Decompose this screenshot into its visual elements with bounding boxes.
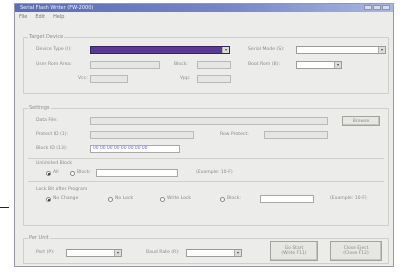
program-button-line2: (Write F11) [281, 251, 307, 256]
write-lock-radio[interactable] [160, 197, 165, 202]
lock-block-label: Block: [227, 196, 241, 201]
menu-bar: File Edit Help [19, 14, 64, 20]
no-lock-label: No Lock [115, 196, 134, 201]
settings-group: Settings Data File: Browse Protect ID (1… [23, 105, 389, 226]
protect-id-label: Protect ID (1): [36, 132, 69, 137]
row-protect-label: Row Protect: [220, 132, 249, 137]
block-id-value: 00 00 00 00 00 00 00 00 [93, 146, 148, 151]
device-type-label: Device Type (I): [36, 47, 72, 52]
chevron-down-icon: ▾ [222, 47, 229, 53]
port-label: Port (P): [36, 250, 55, 255]
boot-rom-label: Boot Rom (B): [248, 62, 281, 67]
minimize-button[interactable] [364, 5, 372, 10]
block-label: Block: [174, 62, 188, 67]
vpp-field [197, 75, 231, 83]
port-group-title: Per Unit [28, 235, 50, 241]
settings-title: Settings [28, 105, 51, 111]
erase-block-radio[interactable] [70, 171, 75, 176]
block-field [197, 61, 231, 69]
menu-file[interactable]: File [19, 14, 27, 20]
program-button[interactable]: Go Start (Write F11) [270, 241, 318, 261]
chevron-down-icon: ▾ [234, 250, 241, 256]
vpp-label: Vpp: [180, 76, 191, 81]
chevron-down-icon: ▾ [378, 47, 385, 53]
erase-block-title: Unlimited Block [36, 161, 73, 166]
menu-help[interactable]: Help [53, 14, 64, 20]
baud-rate-label: Baud Rate (R): [146, 250, 180, 255]
chevron-down-icon: ▾ [334, 62, 341, 68]
vcc-label: Vcc: [78, 76, 88, 81]
lock-block-field[interactable] [260, 195, 314, 203]
settings-divider-2 [28, 181, 384, 182]
close-button[interactable] [382, 5, 390, 10]
data-file-field[interactable] [90, 117, 328, 125]
erase-all-radio[interactable] [46, 171, 51, 176]
lock-bit-title: Lock Bit after Program [36, 187, 88, 192]
data-file-label: Data File: [36, 118, 58, 123]
no-lock-radio[interactable] [108, 197, 113, 202]
serial-mode-select[interactable]: ▾ [296, 46, 386, 54]
erase-block-label: Block: [77, 170, 91, 175]
user-rom-area-label: User Rom Area: [36, 62, 72, 67]
no-change-radio[interactable] [46, 197, 51, 202]
erase-all-label: All [53, 170, 59, 175]
close-button-line2: (Close F12) [343, 251, 369, 256]
lock-block-radio[interactable] [220, 197, 225, 202]
serial-mode-label: Serial Mode (S): [248, 47, 285, 52]
browse-button[interactable]: Browse [342, 116, 380, 126]
port-select[interactable]: ▾ [66, 249, 122, 257]
erase-block-field[interactable] [96, 169, 178, 177]
maximize-button[interactable] [373, 5, 381, 10]
user-rom-area-field [90, 61, 160, 69]
write-lock-label: Write Lock [167, 196, 192, 201]
target-device-group: Target Device Device Type (I): ▾ Serial … [23, 34, 389, 94]
protect-id-field[interactable] [90, 131, 194, 139]
title-bar[interactable]: Serial Flash Writer (FW-2000) [15, 4, 393, 12]
no-change-label: No Change [53, 196, 79, 201]
close-eject-button[interactable]: Close Eject (Close F12) [330, 241, 382, 261]
vcc-field [90, 75, 128, 83]
erase-block-example: (Example: 10-F) [196, 170, 233, 175]
device-type-select[interactable]: ▾ [90, 46, 230, 54]
lock-block-example: (Example: 10-F) [330, 196, 367, 201]
window-title: Serial Flash Writer (FW-2000) [20, 5, 94, 11]
menu-edit[interactable]: Edit [35, 14, 45, 20]
browse-button-label: Browse [352, 118, 370, 124]
app-window: Serial Flash Writer (FW-2000) File Edit … [14, 3, 394, 267]
row-protect-field[interactable] [264, 131, 328, 139]
settings-divider [28, 158, 384, 159]
external-connector-line [0, 207, 9, 208]
baud-rate-select[interactable]: ▾ [186, 249, 242, 257]
block-id-label: Block ID (13): [36, 146, 68, 151]
block-id-field[interactable]: 00 00 00 00 00 00 00 00 [90, 145, 180, 153]
boot-rom-select[interactable]: ▾ [296, 61, 342, 69]
target-device-title: Target Device [28, 34, 65, 40]
chevron-down-icon: ▾ [114, 250, 121, 256]
port-group: Per Unit Port (P): ▾ Baud Rate (R): ▾ Go… [23, 235, 389, 264]
